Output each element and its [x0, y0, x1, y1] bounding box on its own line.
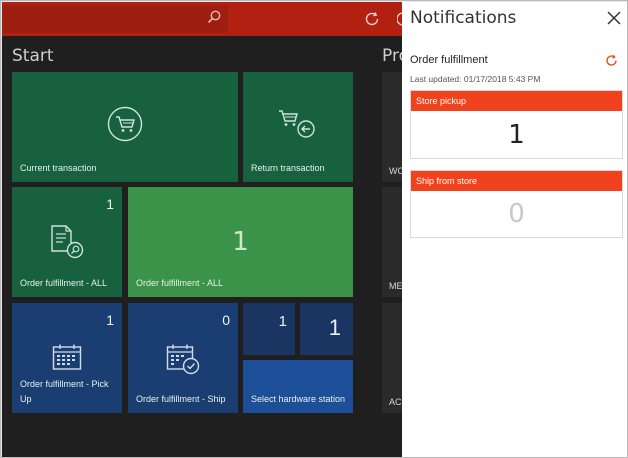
tile-order-fulfillment-pickup[interactable]: 1 Order fulfillment - Pick Up	[12, 303, 122, 413]
tile-small-1[interactable]: 1	[243, 303, 295, 355]
calendar-check-icon	[166, 344, 200, 375]
window-frame: Start Pro Current transaction Return tra	[0, 0, 628, 458]
tile-order-fulfillment-all[interactable]: 1 Order fulfillment - ALL	[12, 187, 122, 297]
partial-tile-label: WO	[389, 166, 402, 176]
card-header: Ship from store	[411, 171, 622, 191]
notification-card-store-pickup[interactable]: Store pickup 1	[410, 90, 623, 159]
tile-count: 1	[328, 315, 341, 340]
tile-count: 1	[278, 313, 287, 330]
tile-label: Current transaction	[20, 163, 97, 173]
card-value: 1	[508, 120, 525, 150]
partial-tile-1[interactable]: WO	[382, 72, 402, 182]
last-updated: Last updated: 01/17/2018 5:43 PM	[410, 74, 541, 84]
partial-tile-3[interactable]: AC	[382, 303, 402, 413]
tile-label: Order fulfillment - Pick Up	[20, 379, 109, 404]
notifications-title: Notifications	[410, 8, 517, 28]
search-input[interactable]	[2, 5, 228, 33]
tile-return-transaction[interactable]: Return transaction	[243, 72, 353, 182]
products-heading: Pro	[382, 46, 402, 66]
tile-label: Return transaction	[251, 163, 325, 173]
notifications-panel: Notifications Order fulfillment Last upd…	[402, 2, 627, 457]
tile-small-2[interactable]: 1	[300, 303, 353, 355]
calendar-icon	[52, 344, 82, 370]
section-title: Order fulfillment	[410, 54, 488, 66]
tile-current-transaction[interactable]: Current transaction	[12, 72, 238, 182]
notification-card-ship-from-store[interactable]: Ship from store 0	[410, 170, 623, 238]
top-bar	[2, 2, 402, 36]
start-heading: Start	[12, 46, 54, 66]
document-search-icon	[51, 225, 84, 259]
partial-tile-label: AC	[389, 397, 402, 407]
refresh-icon[interactable]	[363, 10, 381, 28]
pos-app: Start Pro Current transaction Return tra	[2, 2, 402, 457]
card-header: Store pickup	[411, 91, 622, 111]
partial-tile-label: ME	[389, 281, 402, 291]
partial-tile-2[interactable]: ME	[382, 187, 402, 297]
refresh-icon[interactable]	[605, 54, 618, 67]
tile-count: 1	[106, 312, 114, 328]
tile-label: Order fulfillment - Ship	[136, 394, 226, 404]
tile-label: Order fulfillment - ALL	[136, 278, 224, 288]
tile-count: 1	[232, 227, 249, 257]
tile-label: Order fulfillment - ALL	[20, 278, 108, 288]
tile-select-hardware-station[interactable]: Select hardware station	[243, 360, 353, 413]
close-icon[interactable]	[606, 10, 622, 26]
tile-count: 1	[106, 196, 114, 212]
search-icon[interactable]	[206, 9, 222, 25]
tile-label: Select hardware station	[251, 394, 346, 404]
tile-count: 0	[222, 312, 230, 328]
card-value: 0	[508, 199, 525, 229]
cart-return-icon	[279, 110, 315, 138]
cart-icon	[107, 106, 143, 142]
tile-order-fulfillment-all-large[interactable]: 1 Order fulfillment - ALL	[128, 187, 353, 297]
tile-order-fulfillment-ship[interactable]: 0 Order fulfillment - Ship	[128, 303, 238, 413]
